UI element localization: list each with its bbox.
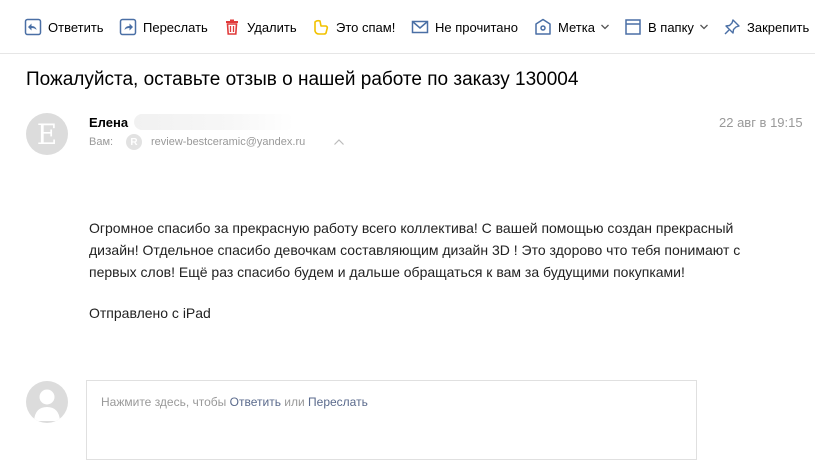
body-line: дизайн! Отдельное спасибо девочкам соста… xyxy=(89,242,741,258)
mark-unread-button[interactable]: Не прочитано xyxy=(411,0,518,54)
user-silhouette-icon xyxy=(34,389,60,421)
folder-icon xyxy=(625,19,641,35)
delete-label: Удалить xyxy=(247,19,297,35)
label-label: Метка xyxy=(558,19,595,35)
quick-forward-link[interactable]: Переслать xyxy=(308,395,368,409)
quick-reply-box[interactable] xyxy=(86,380,697,460)
recipient-email[interactable]: review-bestceramic@yandex.ru xyxy=(151,136,305,148)
recipient-label: Вам: xyxy=(89,136,114,148)
reply-label: Ответить xyxy=(48,19,104,35)
forward-label: Переслать xyxy=(143,19,208,35)
spam-label: Это спам! xyxy=(336,19,396,35)
sender-avatar: E xyxy=(26,113,68,155)
trash-icon xyxy=(226,19,238,35)
quick-reply-prefix: Нажмите здесь, чтобы xyxy=(101,395,230,409)
tag-icon xyxy=(535,18,551,35)
chevron-down-icon xyxy=(699,24,708,30)
sender-email-redacted xyxy=(134,114,294,130)
message-subject: Пожалуйста, оставьте отзыв о нашей работ… xyxy=(26,69,579,90)
recipient-avatar: R xyxy=(126,134,142,150)
forward-button[interactable]: Переслать xyxy=(119,0,208,54)
chevron-up-icon[interactable] xyxy=(333,138,345,146)
label-dropdown[interactable]: Метка xyxy=(534,0,610,54)
body-line: Огромное спасибо за прекрасную работу вс… xyxy=(89,220,734,236)
pin-icon xyxy=(724,19,740,35)
chevron-down-icon xyxy=(600,24,609,30)
reply-button[interactable]: Ответить xyxy=(24,0,104,54)
delete-button[interactable]: Удалить xyxy=(223,0,297,54)
quick-reply-link[interactable]: Ответить xyxy=(230,395,281,409)
quick-reply-middle: или xyxy=(280,395,309,409)
message-date: 22 авг в 19:15 xyxy=(719,115,803,130)
message-toolbar: Ответить Переслать Удалить Это спам! Не … xyxy=(0,0,815,54)
thumb-down-icon xyxy=(314,19,329,35)
body-line: первых слов! Ещё раз спасибо будем и дал… xyxy=(89,264,685,280)
user-avatar xyxy=(26,381,68,423)
pin-button[interactable]: Закрепить xyxy=(723,0,809,54)
sender-avatar-letter: E xyxy=(36,117,58,151)
recipient-avatar-letter: R xyxy=(130,136,138,148)
forward-icon xyxy=(119,18,137,36)
unread-label: Не прочитано xyxy=(435,19,518,35)
message-signature: Отправлено с iPad xyxy=(89,305,211,321)
quick-reply-hint: Нажмите здесь, чтобы Ответить или Пересл… xyxy=(101,395,368,409)
message-body: Огромное спасибо за прекрасную работу вс… xyxy=(89,217,789,283)
move-to-folder-dropdown[interactable]: В папку xyxy=(624,0,709,54)
folder-label: В папку xyxy=(648,19,694,35)
envelope-icon xyxy=(411,20,429,34)
pin-label: Закрепить xyxy=(747,19,810,35)
sender-name[interactable]: Елена xyxy=(89,115,128,130)
reply-icon xyxy=(24,18,42,36)
spam-button[interactable]: Это спам! xyxy=(312,0,395,54)
